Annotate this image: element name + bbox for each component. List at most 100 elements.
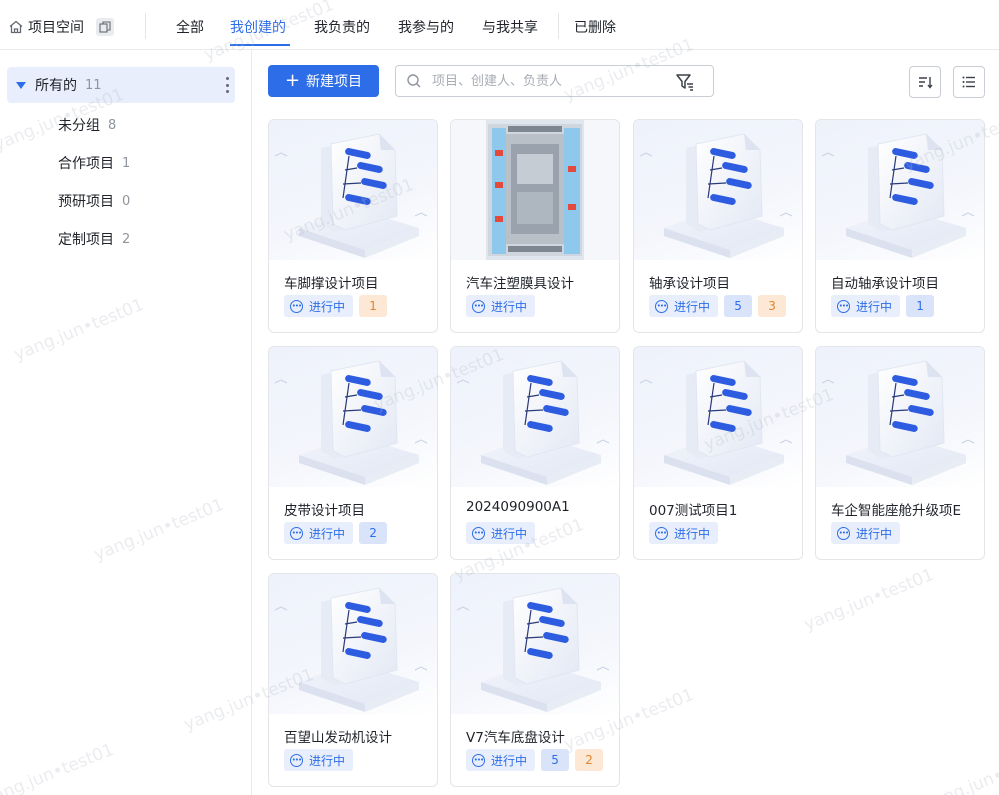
project-name: 皮带设计项目 xyxy=(284,503,365,519)
project-document-icon xyxy=(269,347,437,487)
project-card[interactable]: 自动轴承设计项目 ••• 进行中 1 xyxy=(815,119,985,333)
new-project-button[interactable]: + 新建项目 xyxy=(268,65,379,97)
watermark-text: yang.jun•test01 xyxy=(801,564,937,636)
workspace-switcher[interactable]: 项目空间 xyxy=(8,17,114,37)
status-label: 进行中 xyxy=(674,299,711,314)
in-progress-icon: ••• xyxy=(837,299,850,313)
project-name: 自动轴承设计项目 xyxy=(831,276,939,292)
count-badge-blue: 5 xyxy=(724,295,753,317)
project-card[interactable]: 007测试项目1 ••• 进行中 xyxy=(633,346,803,560)
caret-down-icon[interactable] xyxy=(16,81,26,89)
tab-all[interactable]: 全部 xyxy=(176,17,204,37)
copy-icon[interactable] xyxy=(96,18,114,36)
project-document-icon xyxy=(816,347,984,487)
sort-button[interactable] xyxy=(909,66,941,98)
new-project-label: 新建项目 xyxy=(306,74,363,90)
in-progress-icon: ••• xyxy=(655,299,668,313)
in-progress-icon: ••• xyxy=(290,526,303,540)
status-label: 进行中 xyxy=(491,526,528,541)
status-label: 进行中 xyxy=(491,753,528,768)
sidebar-item-all[interactable]: 所有的 11 xyxy=(7,67,235,103)
in-progress-icon: ••• xyxy=(472,299,485,313)
project-card[interactable]: 2024090900A1 ••• 进行中 xyxy=(450,346,620,560)
project-name: 百望山发动机设计 xyxy=(284,730,392,746)
sidebar-item-label: 定制项目 xyxy=(58,232,114,248)
project-card[interactable]: V7汽车底盘设计 ••• 进行中 5 2 xyxy=(450,573,620,787)
project-document-icon xyxy=(451,347,619,487)
project-tags: ••• 进行中 2 xyxy=(284,522,388,544)
status-badge: ••• 进行中 xyxy=(649,522,719,544)
project-document-icon xyxy=(451,574,619,714)
sidebar-item-label: 未分组 xyxy=(58,118,100,134)
project-document-icon xyxy=(634,120,802,260)
project-tags: ••• 进行中 xyxy=(466,295,536,317)
project-document-icon xyxy=(634,347,802,487)
project-name: 车企智能座舱升级项E xyxy=(831,503,962,519)
status-label: 进行中 xyxy=(309,299,346,314)
search-icon xyxy=(407,74,421,88)
tab-owned-by-me[interactable]: 我负责的 xyxy=(314,17,370,37)
home-icon xyxy=(9,20,23,34)
in-progress-icon: ••• xyxy=(837,526,850,540)
project-name: 车脚撑设计项目 xyxy=(284,276,379,292)
count-badge-blue: 5 xyxy=(541,749,570,771)
tab-shared-with-me[interactable]: 与我共享 xyxy=(482,17,538,37)
project-tags: ••• 进行中 xyxy=(831,522,901,544)
sidebar-item-cooperation[interactable]: 合作项目 1 xyxy=(58,153,130,173)
status-label: 进行中 xyxy=(309,526,346,541)
project-name: 2024090900A1 xyxy=(466,499,570,515)
sidebar-item-count: 2 xyxy=(122,231,131,247)
sidebar-item-ungrouped[interactable]: 未分组 8 xyxy=(58,115,116,135)
sidebar-item-label: 所有的 xyxy=(35,78,77,94)
sidebar-item-count: 0 xyxy=(122,193,131,209)
in-progress-icon: ••• xyxy=(290,299,303,313)
count-badge-blue: 1 xyxy=(906,295,935,317)
count-badge-orange: 3 xyxy=(758,295,787,317)
project-tags: ••• 进行中 5 3 xyxy=(649,295,787,317)
project-card[interactable]: 车企智能座舱升级项E ••• 进行中 xyxy=(815,346,985,560)
in-progress-icon: ••• xyxy=(472,753,485,767)
project-document-icon xyxy=(269,120,437,260)
project-name: 汽车注塑膜具设计 xyxy=(466,276,574,292)
in-progress-icon: ••• xyxy=(472,526,485,540)
count-badge-orange: 2 xyxy=(575,749,604,771)
status-badge: ••• 进行中 xyxy=(831,522,901,544)
status-badge: ••• 进行中 xyxy=(284,295,354,317)
project-card[interactable]: 轴承设计项目 ••• 进行中 5 3 xyxy=(633,119,803,333)
sidebar-item-research[interactable]: 预研项目 0 xyxy=(58,191,130,211)
project-tags: ••• 进行中 1 xyxy=(284,295,388,317)
sidebar-item-label: 合作项目 xyxy=(58,156,114,172)
status-label: 进行中 xyxy=(309,753,346,768)
tab-participating[interactable]: 我参与的 xyxy=(398,17,454,37)
count-badge-blue: 2 xyxy=(359,522,388,544)
project-card[interactable]: 皮带设计项目 ••• 进行中 2 xyxy=(268,346,438,560)
project-card[interactable]: 百望山发动机设计 ••• 进行中 xyxy=(268,573,438,787)
app-root: 项目空间 全部 我创建的 我负责的 我参与的 与我共享 已删除 所有的 11 未… xyxy=(0,0,999,795)
search-box[interactable] xyxy=(395,65,714,97)
status-badge: ••• 进行中 xyxy=(284,749,354,771)
filter-icon[interactable] xyxy=(675,72,695,92)
active-tab-indicator xyxy=(230,44,290,46)
status-label: 进行中 xyxy=(856,526,893,541)
sort-icon xyxy=(919,77,933,89)
sidebar-item-count: 11 xyxy=(85,77,102,93)
project-name: 轴承设计项目 xyxy=(649,276,730,292)
status-badge: ••• 进行中 xyxy=(649,295,719,317)
project-document-icon xyxy=(816,120,984,260)
divider xyxy=(558,13,559,39)
sidebar-item-label: 预研项目 xyxy=(58,194,114,210)
project-tags: ••• 进行中 1 xyxy=(831,295,935,317)
more-vertical-icon[interactable] xyxy=(225,77,229,93)
list-view-button[interactable] xyxy=(953,66,985,98)
divider xyxy=(145,13,146,39)
tab-created-by-me[interactable]: 我创建的 xyxy=(230,17,286,37)
sidebar-item-custom[interactable]: 定制项目 2 xyxy=(58,229,130,249)
project-card[interactable]: 汽车注塑膜具设计 ••• 进行中 xyxy=(450,119,620,333)
project-card[interactable]: 车脚撑设计项目 ••• 进行中 1 xyxy=(268,119,438,333)
status-badge: ••• 进行中 xyxy=(284,522,354,544)
watermark-text: yang.jun•test01 xyxy=(921,744,999,795)
project-tags: ••• 进行中 xyxy=(466,522,536,544)
tab-deleted[interactable]: 已删除 xyxy=(574,17,616,37)
search-input[interactable] xyxy=(432,73,662,89)
status-badge: ••• 进行中 xyxy=(466,522,536,544)
